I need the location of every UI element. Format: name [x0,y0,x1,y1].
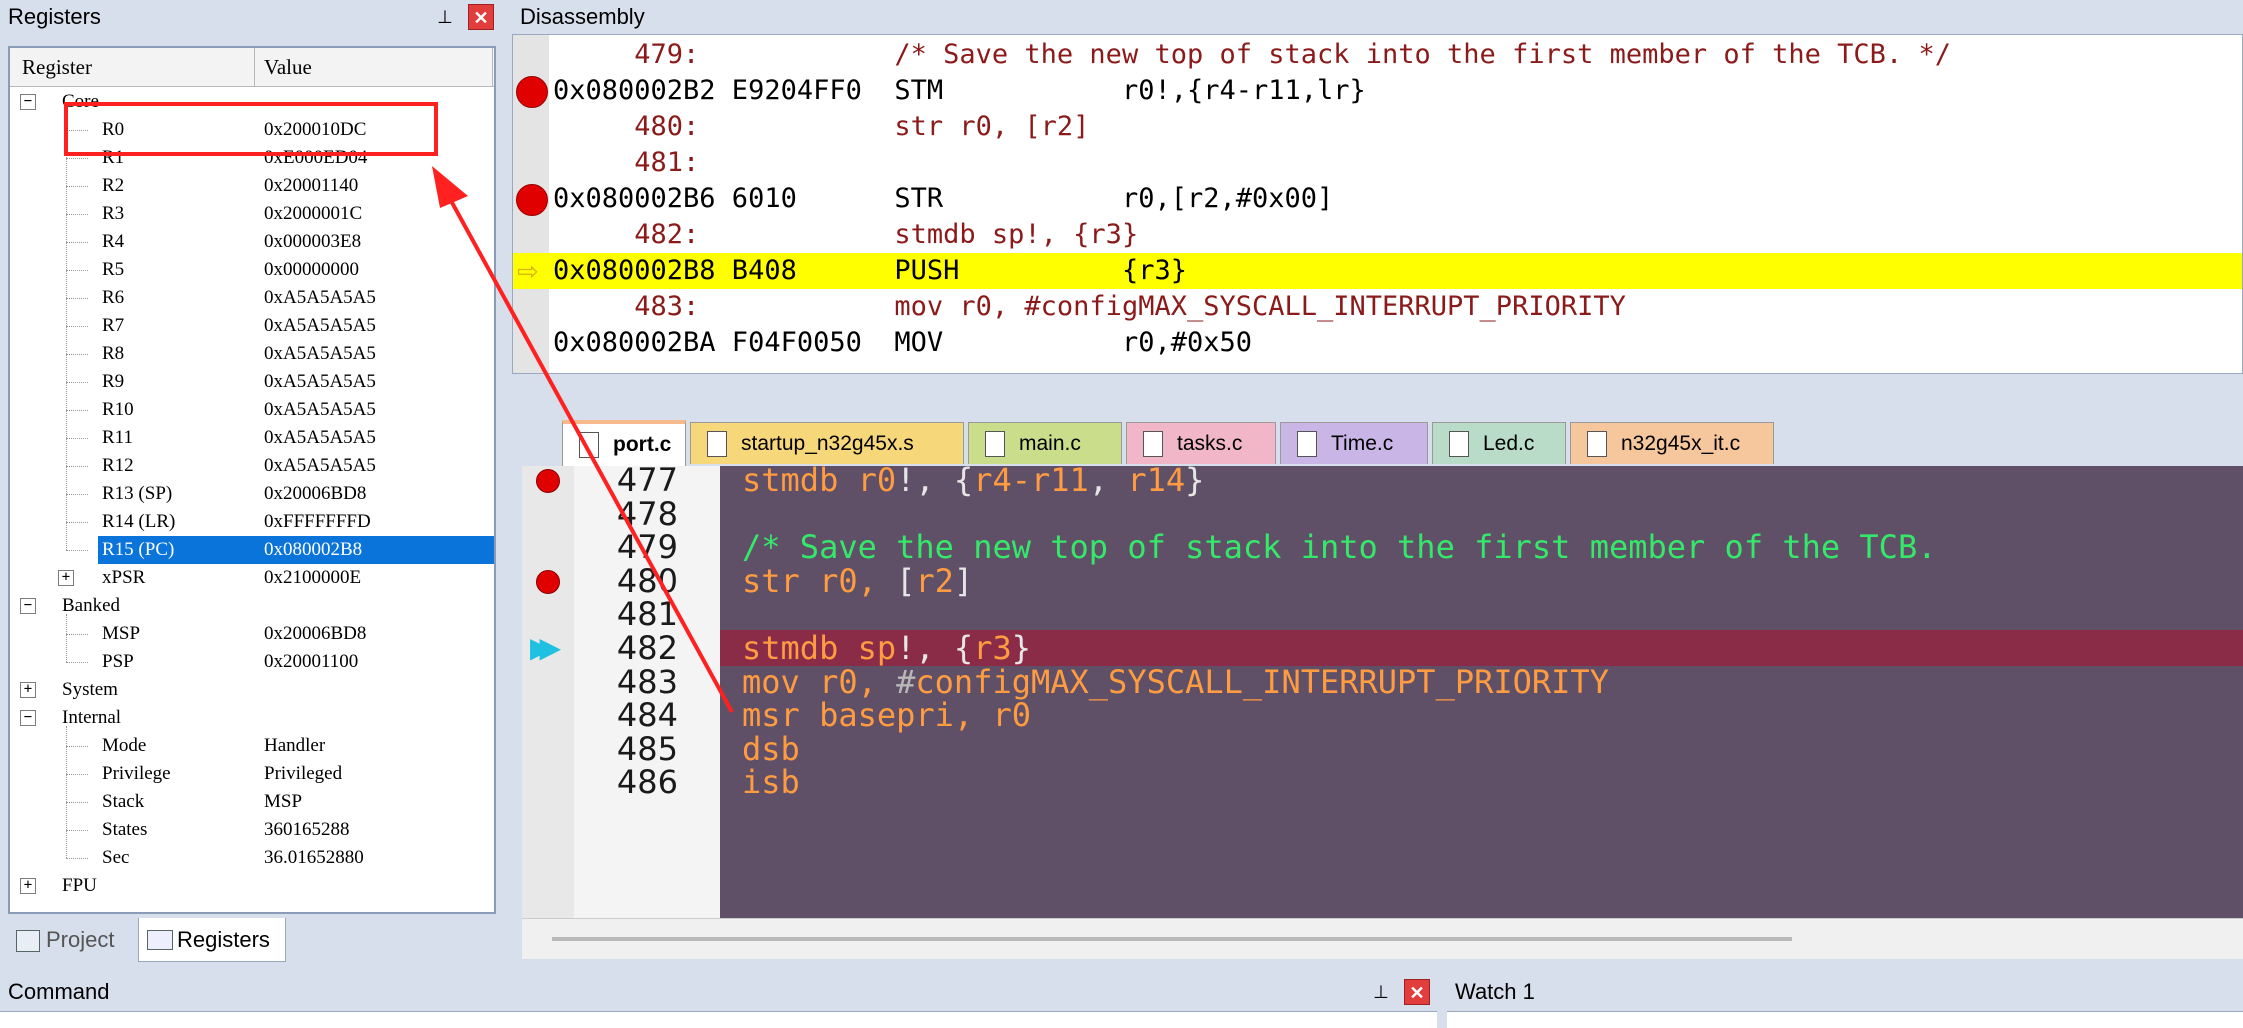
annotation-arrow-line [442,187,734,713]
annotation-arrow-head [432,166,468,208]
annotation-arrow [432,166,734,713]
